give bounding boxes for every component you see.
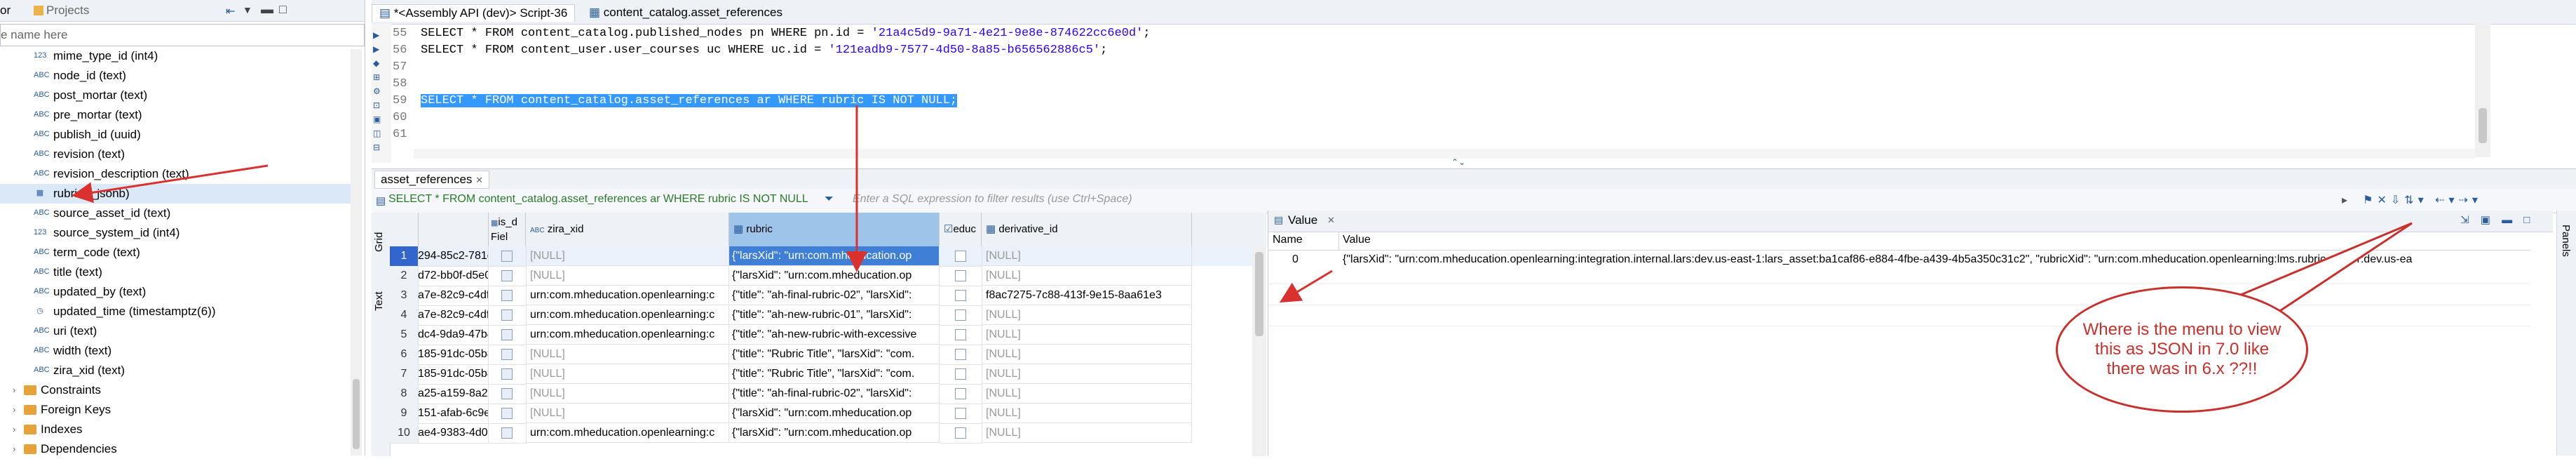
arrow-to-value-row xyxy=(1279,270,1333,303)
arrow-to-rubric-column xyxy=(72,164,269,204)
annotation-callout: Where is the menu to view this as JSON i… xyxy=(2056,286,2308,413)
